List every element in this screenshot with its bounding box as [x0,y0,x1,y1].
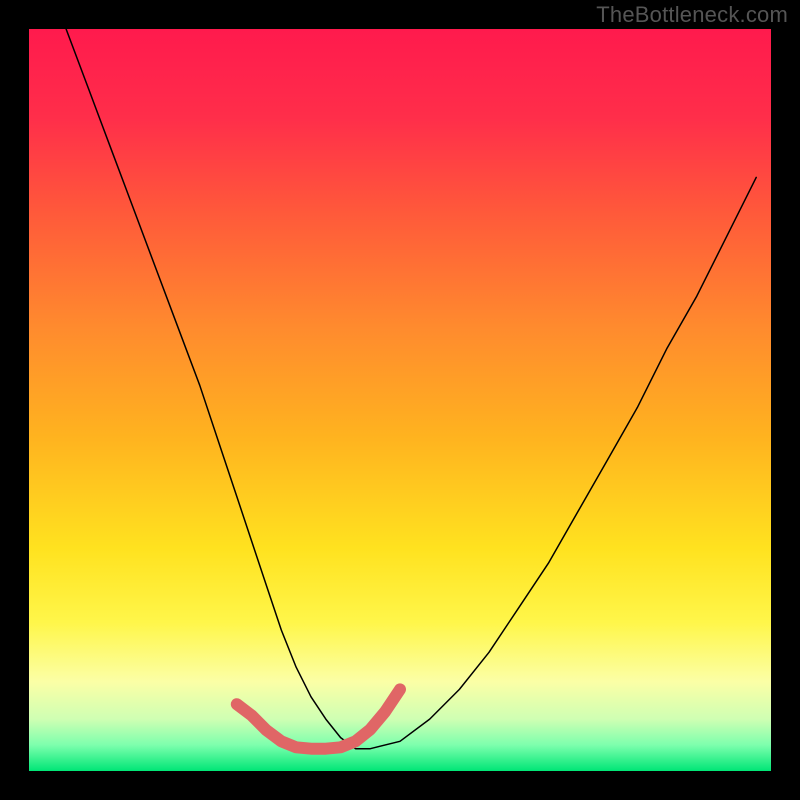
chart-stage: TheBottleneck.com [0,0,800,800]
watermark-text: TheBottleneck.com [596,2,788,28]
plot-area [29,29,771,771]
plot-svg [29,29,771,771]
gradient-backdrop [29,29,771,771]
